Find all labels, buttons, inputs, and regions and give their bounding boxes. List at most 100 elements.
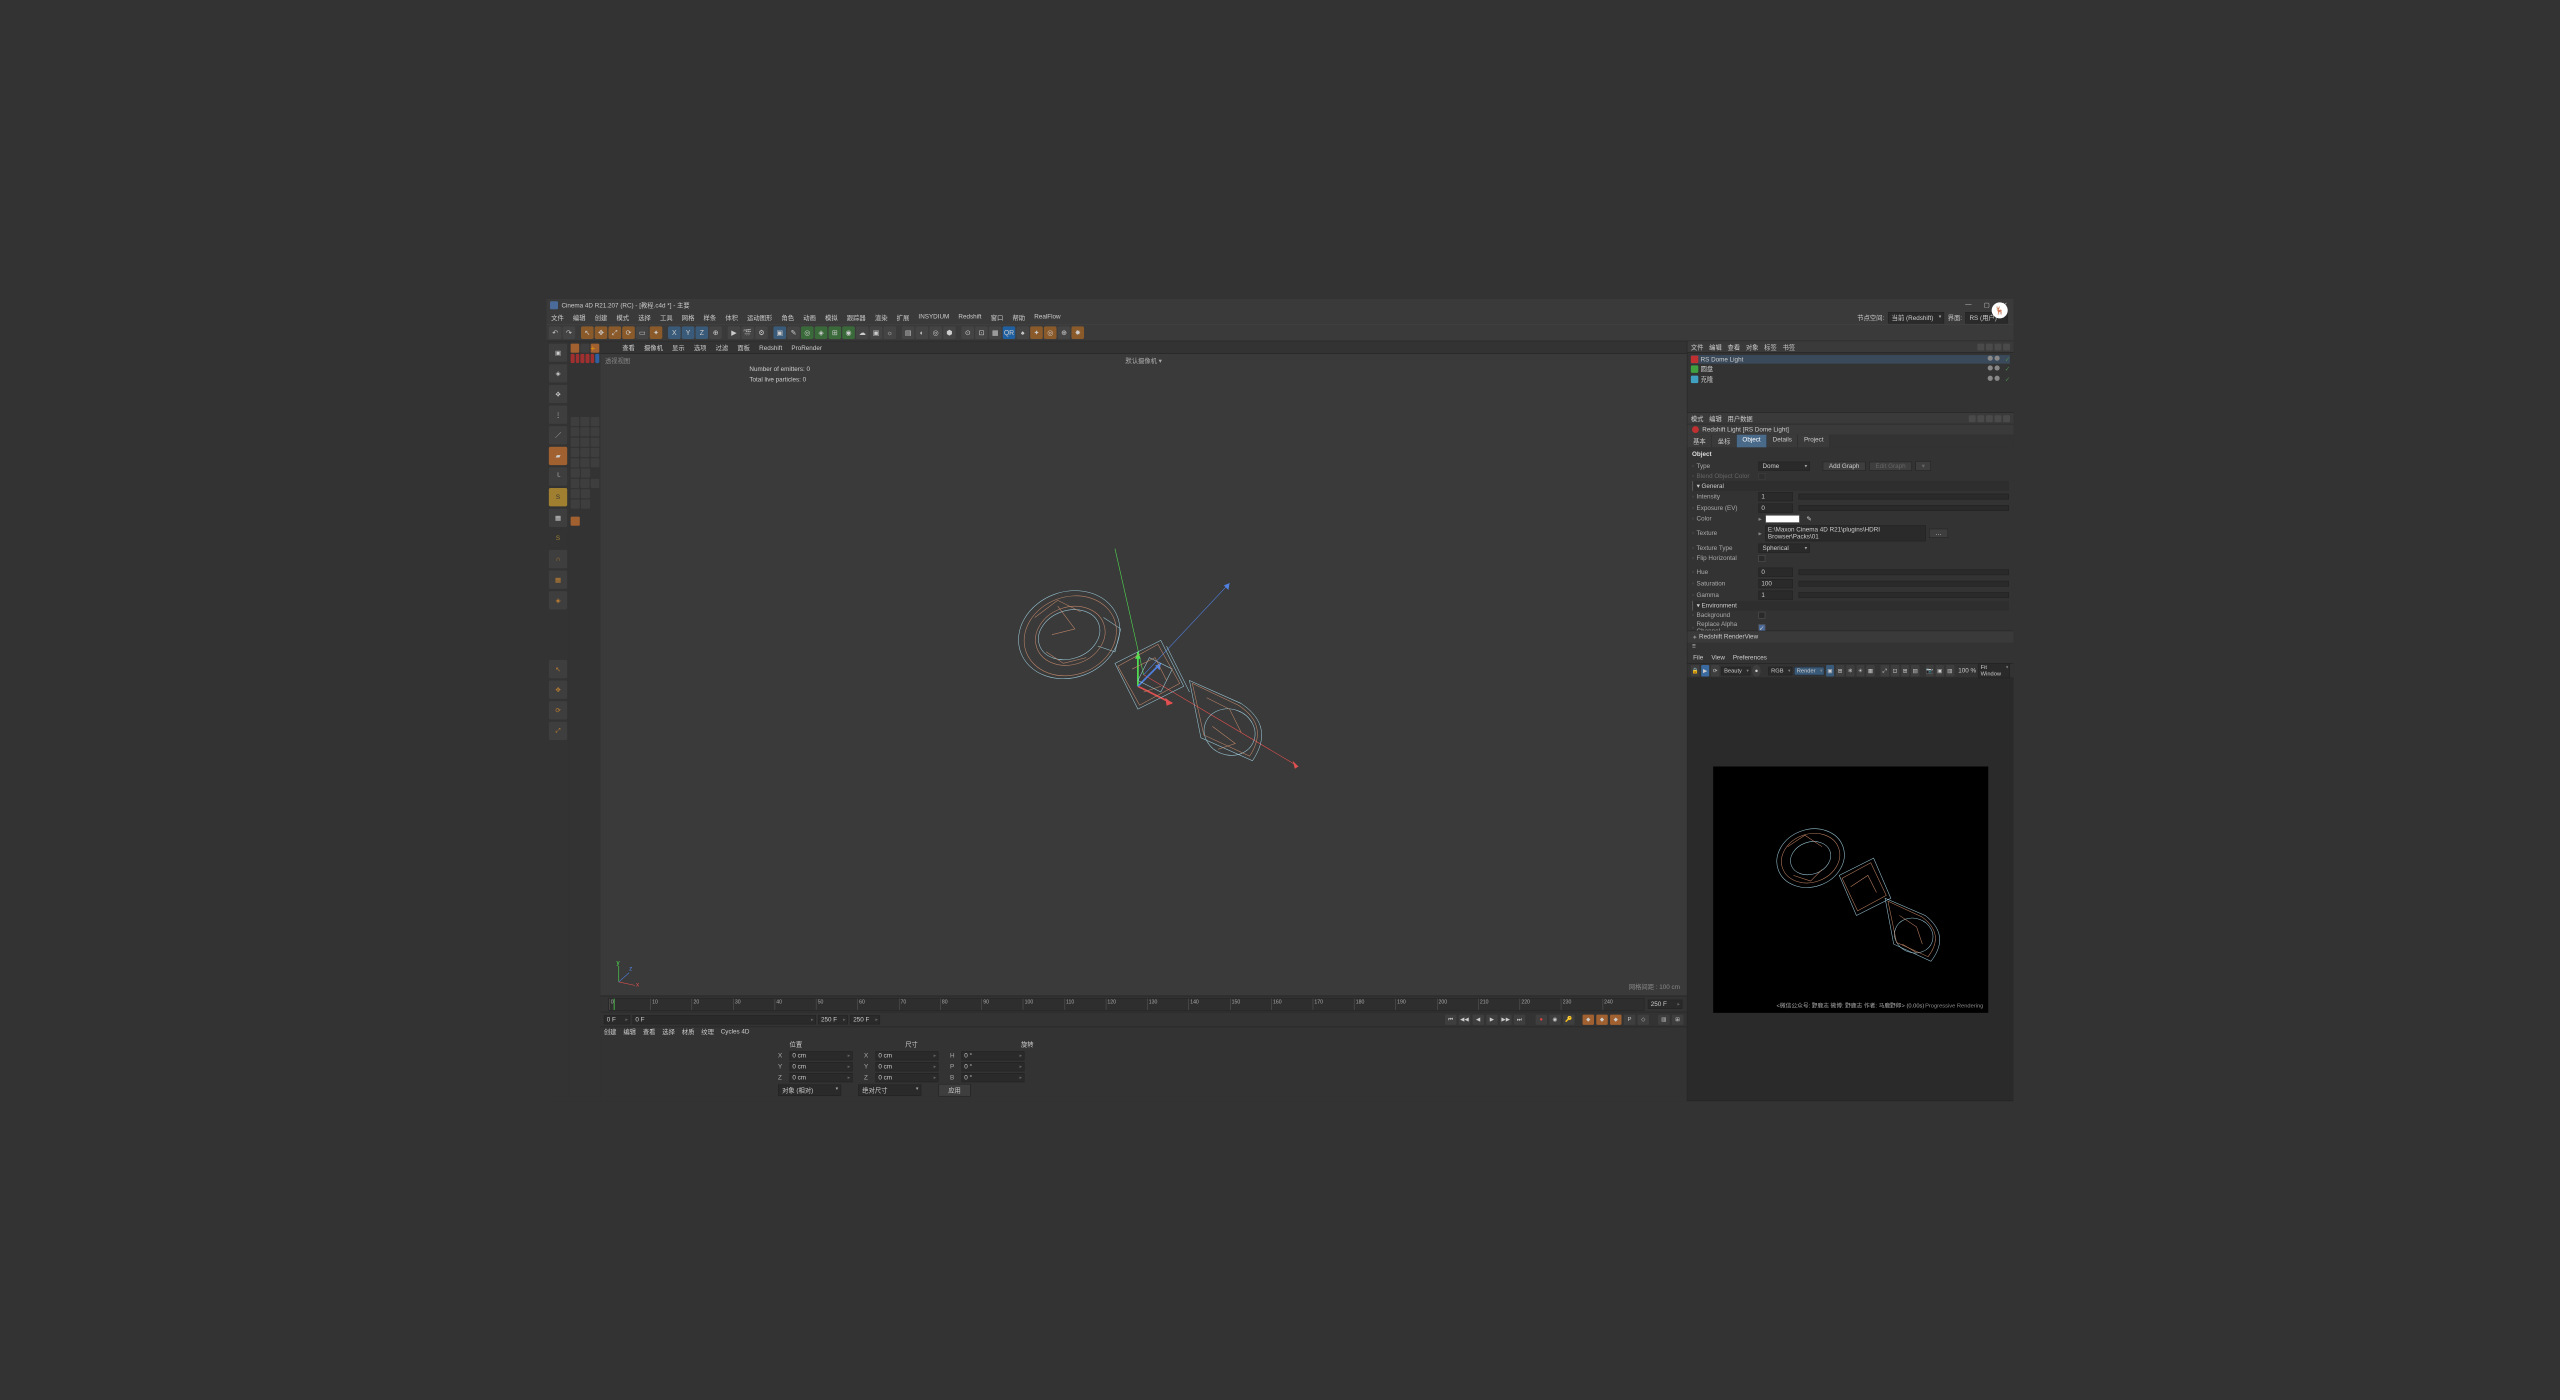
p2-icon[interactable]	[581, 344, 590, 353]
am-menu-编辑[interactable]: 编辑	[1709, 416, 1722, 423]
frame-a-field[interactable]: 250 F	[818, 1015, 848, 1024]
vp-menu-面板[interactable]: 面板	[733, 344, 755, 351]
render-settings-icon[interactable]: ⚙	[755, 326, 768, 339]
btab-纹理[interactable]: 纹理	[701, 1027, 714, 1036]
om-menu-查看[interactable]: 查看	[1728, 344, 1741, 351]
om-menu-对象[interactable]: 对象	[1746, 344, 1759, 351]
minimize-button[interactable]: —	[1965, 301, 1973, 309]
vis-render-dot[interactable]	[1994, 365, 1999, 370]
om-i3-icon[interactable]	[1995, 343, 2002, 350]
perspective-viewport[interactable]: 透视视图 默认摄像机 ▾ Number of emitters: 0 Total…	[600, 354, 1686, 996]
replace-alpha-checkbox[interactable]: ✓	[1758, 624, 1765, 630]
add-graph-button[interactable]: Add Graph	[1823, 461, 1866, 470]
rv-rgb-dropdown[interactable]: RGB	[1768, 666, 1792, 675]
rot-P-field[interactable]: 0 °	[961, 1062, 1024, 1071]
texture-path-field[interactable]: E:\Maxon Cinema 4D R21\plugins\HDRI Brow…	[1765, 525, 1925, 541]
r4-icon[interactable]	[571, 427, 580, 436]
rv-z4-icon[interactable]: ▤	[1911, 665, 1919, 676]
general-group-header[interactable]: ▾ General	[1692, 481, 2009, 491]
flip-checkbox[interactable]	[1758, 555, 1765, 562]
z-axis-icon[interactable]: Z	[696, 326, 709, 339]
sat-field[interactable]: 100	[1758, 579, 1792, 588]
menu-跟踪器[interactable]: 跟踪器	[842, 313, 870, 322]
environment-icon[interactable]: ☁	[856, 326, 869, 339]
attr-tab-基本[interactable]: 基本	[1687, 435, 1712, 448]
pos-X-field[interactable]: 0 cm	[790, 1051, 853, 1060]
nodespace-dropdown[interactable]: 当前 (Redshift)	[1888, 312, 1945, 323]
texture-browse-button[interactable]: …	[1929, 529, 1948, 538]
rv-region-icon[interactable]: ▣	[1826, 665, 1834, 676]
vis-editor-dot[interactable]	[1988, 365, 1993, 370]
light-icon[interactable]: ☼	[883, 326, 896, 339]
r24-icon[interactable]	[581, 499, 590, 508]
menu-INSYDIUM[interactable]: INSYDIUM	[914, 313, 954, 322]
undo-icon[interactable]: ↶	[549, 326, 562, 339]
k5-icon[interactable]: ◇	[1638, 1014, 1649, 1024]
move2-icon[interactable]: ✥	[549, 681, 567, 699]
grid-snap-icon[interactable]: ▦	[549, 571, 567, 589]
deformer-icon[interactable]: ◉	[842, 326, 855, 339]
r23-icon[interactable]	[571, 499, 580, 508]
coord-sys-icon[interactable]: ⊕	[709, 326, 722, 339]
goto-end-icon[interactable]: ⏭	[1514, 1014, 1525, 1024]
p9-icon[interactable]	[595, 354, 599, 363]
btab-编辑[interactable]: 编辑	[623, 1027, 636, 1036]
goto-start-icon[interactable]: ⏮	[1445, 1014, 1456, 1024]
volume-icon[interactable]: ⬢	[943, 326, 956, 339]
select-tool-icon[interactable]: ↖	[581, 326, 594, 339]
rotate2-icon[interactable]: ⟳	[549, 701, 567, 719]
k2-icon[interactable]: ◆	[1596, 1014, 1607, 1024]
r7-icon[interactable]	[571, 438, 580, 447]
k6-icon[interactable]: ▥	[1658, 1014, 1669, 1024]
coord-mode-dropdown[interactable]: 对象 (相对)	[778, 1084, 841, 1095]
play-icon[interactable]: ▶	[1486, 1014, 1497, 1024]
btab-查看[interactable]: 查看	[643, 1027, 656, 1036]
attr-tab-Project[interactable]: Project	[1798, 435, 1830, 448]
am-i5-icon[interactable]	[2003, 415, 2010, 422]
vp-menu-查看[interactable]: 查看	[618, 344, 640, 351]
hue-slider[interactable]	[1799, 569, 2009, 575]
vp-menu-选项[interactable]: 选项	[689, 344, 711, 351]
intensity-slider[interactable]	[1799, 494, 2009, 500]
vis-render-dot[interactable]	[1994, 356, 1999, 361]
viewport-camera-dropdown[interactable]: 默认摄像机 ▾	[1125, 356, 1161, 365]
obj-tag-icon[interactable]: ✓	[2005, 375, 2010, 382]
rv-snap2-icon[interactable]: ▣	[1936, 665, 1944, 676]
color-picker-icon[interactable]: ✎	[1806, 515, 1811, 522]
rv-hamburger-icon[interactable]: ≡	[1692, 643, 1696, 650]
am-menu-模式[interactable]: 模式	[1691, 416, 1704, 423]
menu-角色[interactable]: 角色	[777, 313, 799, 322]
extrude-icon[interactable]: ◈	[815, 326, 828, 339]
p8-icon[interactable]	[591, 354, 595, 363]
menu-运动图形[interactable]: 运动图形	[743, 313, 777, 322]
misc9-icon[interactable]: ✸	[1071, 326, 1084, 339]
object-mode-icon[interactable]: ◈	[549, 364, 567, 382]
k7-icon[interactable]: ⊞	[1672, 1014, 1683, 1024]
size-Z-field[interactable]: 0 cm	[875, 1073, 938, 1082]
menu-编辑[interactable]: 编辑	[568, 313, 590, 322]
prev-frame-icon[interactable]: ◀	[1473, 1014, 1484, 1024]
rv-z2-icon[interactable]: ⊡	[1891, 665, 1899, 676]
misc5-icon[interactable]: ♠	[1016, 326, 1029, 339]
edge-mode-icon[interactable]: ／	[549, 426, 567, 444]
attr-tab-Details[interactable]: Details	[1767, 435, 1798, 448]
vis-editor-dot[interactable]	[1988, 375, 1993, 380]
p7-icon[interactable]	[586, 354, 590, 363]
size-mode-dropdown[interactable]: 绝对尺寸	[858, 1084, 921, 1095]
rv-grid-icon[interactable]: ⊞	[1836, 665, 1844, 676]
misc2-icon[interactable]: ⊡	[975, 326, 988, 339]
r1-icon[interactable]	[571, 417, 580, 426]
maximize-button[interactable]: ▢	[1984, 301, 1992, 309]
r22-icon[interactable]	[581, 489, 590, 498]
btab-选择[interactable]: 选择	[662, 1027, 675, 1036]
rv-snap3-icon[interactable]: ▥	[1946, 665, 1954, 676]
point-mode-icon[interactable]: ⋮	[549, 405, 567, 423]
r13-icon[interactable]	[571, 458, 580, 467]
am-fwd-icon[interactable]	[1977, 415, 1984, 422]
exposure-slider[interactable]	[1799, 505, 2009, 511]
misc1-icon[interactable]: ⊙	[961, 326, 974, 339]
render-pict-icon[interactable]: 🎬	[741, 326, 754, 339]
render-view-icon[interactable]: ▶	[728, 326, 741, 339]
rotate-tool-icon[interactable]: ⟳	[622, 326, 635, 339]
scale-tool-icon[interactable]: ⤢	[608, 326, 621, 339]
